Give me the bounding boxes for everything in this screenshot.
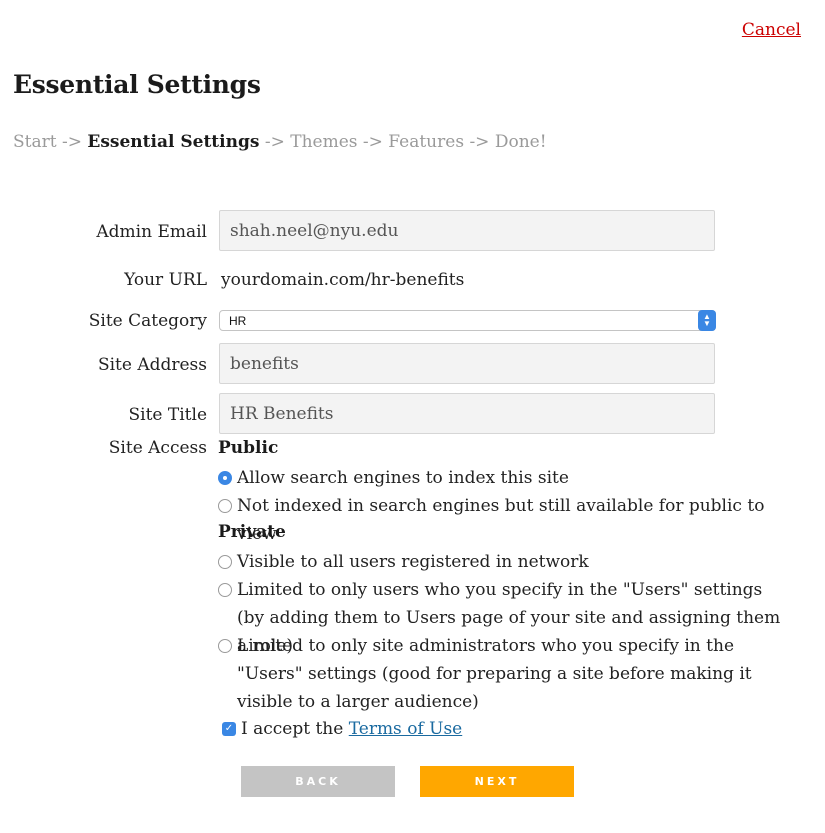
breadcrumb-rest: -> Themes -> Features -> Done! (264, 132, 547, 152)
your-url-value: yourdomain.com/hr-benefits (221, 270, 465, 290)
checkmark-icon[interactable]: ✓ (222, 722, 236, 736)
radio-specified-users[interactable] (218, 583, 232, 597)
site-address-label: Site Address (97, 355, 207, 375)
radio-site-admins[interactable] (218, 639, 232, 653)
next-button[interactable]: NEXT (420, 766, 574, 797)
site-category-select[interactable]: HR ▲ ▼ (219, 310, 716, 331)
terms-prefix: I accept the (241, 719, 344, 739)
radio-search-indexed[interactable] (218, 471, 232, 485)
public-heading: Public (218, 438, 279, 458)
terms-of-use-link[interactable]: Terms of Use (349, 719, 463, 739)
site-address-field[interactable] (219, 343, 715, 384)
site-access-label: Site Access (108, 438, 207, 458)
radio-network-users[interactable] (218, 555, 232, 569)
chevron-up-down-icon: ▲ ▼ (698, 310, 716, 331)
back-button[interactable]: BACK (241, 766, 395, 797)
access-option-site-admins[interactable]: Limited to only site administrators who … (218, 632, 788, 716)
radio-not-indexed[interactable] (218, 499, 232, 513)
access-option-not-indexed[interactable]: Not indexed in search engines but still … (218, 492, 788, 548)
admin-email-label: Admin Email (96, 222, 207, 242)
site-title-field[interactable] (219, 393, 715, 434)
private-heading: Private (218, 522, 286, 542)
access-option-label: Visible to all users registered in netwo… (237, 552, 589, 572)
access-option-search-indexed[interactable]: Allow search engines to index this site (218, 464, 788, 492)
site-category-label: Site Category (88, 311, 207, 331)
breadcrumb-start: Start -> (13, 132, 82, 152)
your-url-label: Your URL (124, 270, 207, 290)
site-title-label: Site Title (128, 405, 207, 425)
admin-email-field[interactable] (219, 210, 715, 251)
access-option-label: Limited to only site administrators who … (237, 636, 752, 712)
access-option-network-users[interactable]: Visible to all users registered in netwo… (218, 548, 788, 576)
breadcrumb-current: Essential Settings (87, 132, 260, 152)
access-option-label: Not indexed in search engines but still … (237, 496, 765, 544)
breadcrumb: Start -> Essential Settings -> Themes ->… (13, 132, 547, 152)
access-option-label: Allow search engines to index this site (237, 468, 569, 488)
page-title: Essential Settings (13, 70, 261, 99)
cancel-link[interactable]: Cancel (742, 20, 801, 40)
site-category-value: HR (229, 314, 247, 328)
terms-row: ✓ I accept the Terms of Use (222, 716, 462, 742)
